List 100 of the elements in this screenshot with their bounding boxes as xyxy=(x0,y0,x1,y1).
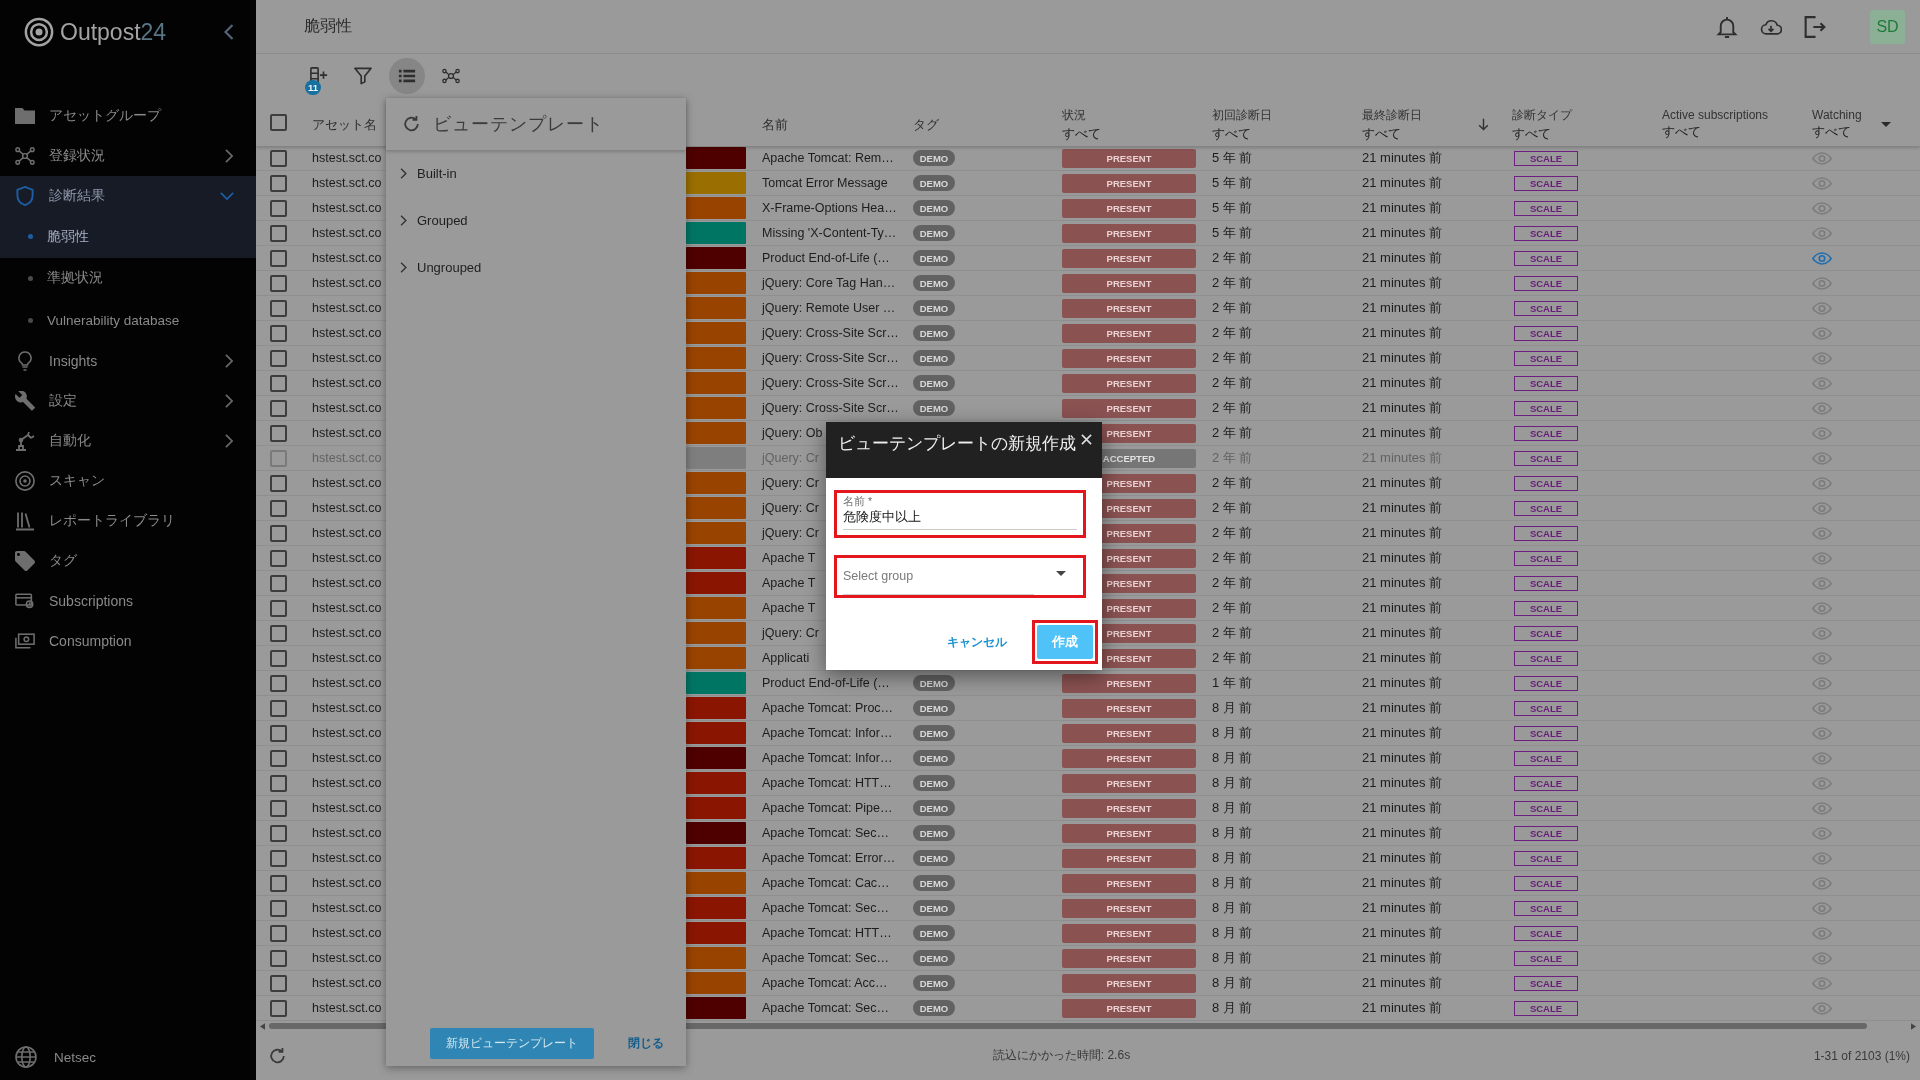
column-filter[interactable]: すべて xyxy=(1362,124,1422,143)
vulnerability-name[interactable]: Apache Tomcat: Error… xyxy=(762,851,896,865)
vulnerability-name[interactable]: Apache T xyxy=(762,551,816,565)
row-checkbox[interactable] xyxy=(270,499,287,517)
row-checkbox[interactable] xyxy=(270,199,287,217)
column-header[interactable]: タグ xyxy=(913,115,939,134)
row-checkbox[interactable] xyxy=(270,299,287,317)
row-checkbox[interactable] xyxy=(270,874,287,892)
vulnerability-name[interactable]: Apache Tomcat: Pipe… xyxy=(762,801,893,815)
row-checkbox[interactable] xyxy=(270,649,287,667)
vulnerability-name[interactable]: Apache Tomcat: Cac… xyxy=(762,876,890,890)
vulnerability-name[interactable]: Applicati xyxy=(762,651,810,665)
column-filter[interactable]: すべて xyxy=(1812,123,1862,141)
vulnerability-name[interactable]: jQuery: Cross-Site Scr… xyxy=(762,326,899,340)
nav-subitem[interactable]: 準拠状況 xyxy=(0,257,256,300)
nav-item[interactable]: 登録状況 xyxy=(0,136,256,176)
row-checkbox[interactable] xyxy=(270,324,287,342)
column-header[interactable]: 状況 すべて xyxy=(1062,106,1101,143)
row-checkbox[interactable] xyxy=(270,924,287,942)
nav-item[interactable]: レポートライブラリ xyxy=(0,500,256,541)
vulnerability-name[interactable]: Apache Tomcat: Acc… xyxy=(762,976,888,990)
scroll-right-icon[interactable] xyxy=(1911,1022,1916,1030)
column-filter[interactable]: すべて xyxy=(1212,124,1272,143)
row-checkbox[interactable] xyxy=(270,424,287,442)
nav-item[interactable]: アセットグループ xyxy=(0,96,256,136)
row-checkbox[interactable] xyxy=(270,399,287,417)
workspace-switcher[interactable]: Netsec xyxy=(0,1037,256,1077)
column-filter[interactable]: すべて xyxy=(1662,123,1769,141)
cancel-button[interactable]: キャンセル xyxy=(941,627,1013,657)
row-checkbox[interactable] xyxy=(270,149,287,167)
nav-item[interactable]: 診断結果 xyxy=(0,176,256,216)
nav-item[interactable]: Subscriptions xyxy=(0,580,256,621)
vulnerability-name[interactable]: jQuery: Remote User … xyxy=(762,301,896,315)
vulnerability-name[interactable]: jQuery: Cr xyxy=(762,476,819,490)
column-header[interactable]: Active subscriptions すべて xyxy=(1662,108,1769,141)
vulnerability-name[interactable]: Apache Tomcat: HTT… xyxy=(762,926,892,940)
row-checkbox[interactable] xyxy=(270,824,287,842)
vulnerability-name[interactable]: Apache Tomcat: Proc… xyxy=(762,701,894,715)
nav-item[interactable]: Insights xyxy=(0,340,256,381)
row-checkbox[interactable] xyxy=(270,374,287,392)
vulnerability-name[interactable]: Missing 'X-Content-Ty… xyxy=(762,226,897,240)
nav-subitem[interactable]: 脆弱性 xyxy=(0,216,256,258)
column-header[interactable]: 最終診断日 すべて xyxy=(1362,106,1489,143)
nav-item[interactable]: 自動化 xyxy=(0,420,256,461)
row-checkbox[interactable] xyxy=(270,574,287,592)
column-header[interactable]: 名前 xyxy=(762,115,788,134)
vulnerability-name[interactable]: jQuery: Cr xyxy=(762,626,819,640)
vulnerability-name[interactable]: Product End-of-Life (… xyxy=(762,251,890,265)
row-checkbox[interactable] xyxy=(270,524,287,542)
row-checkbox[interactable] xyxy=(270,599,287,617)
row-checkbox[interactable] xyxy=(270,249,287,267)
column-header[interactable]: Watching すべて xyxy=(1812,108,1862,141)
vulnerability-name[interactable]: Apache Tomcat: Sec… xyxy=(762,901,889,915)
nav-item[interactable]: 設定 xyxy=(0,380,256,421)
column-header[interactable]: 初回診断日 すべて xyxy=(1212,106,1272,143)
scroll-left-icon[interactable] xyxy=(260,1022,265,1030)
close-icon[interactable] xyxy=(1081,434,1092,445)
refresh-icon[interactable] xyxy=(269,1046,286,1065)
row-checkbox[interactable] xyxy=(270,674,287,692)
column-header[interactable]: 診断タイプ すべて xyxy=(1512,106,1572,143)
row-checkbox[interactable] xyxy=(270,274,287,292)
row-checkbox[interactable] xyxy=(270,949,287,967)
column-filter[interactable]: すべて xyxy=(1512,124,1572,143)
row-checkbox[interactable] xyxy=(270,549,287,567)
row-checkbox[interactable] xyxy=(270,624,287,642)
row-checkbox[interactable] xyxy=(270,849,287,867)
vulnerability-name[interactable]: jQuery: Cross-Site Scr… xyxy=(762,376,899,390)
vulnerability-name[interactable]: Apache Tomcat: Infor… xyxy=(762,726,893,740)
nav-subitem[interactable]: Vulnerability database xyxy=(0,299,256,341)
vulnerability-name[interactable]: jQuery: Cr xyxy=(762,501,819,515)
vulnerability-name[interactable]: Apache Tomcat: Sec… xyxy=(762,951,889,965)
column-header[interactable]: アセット名 xyxy=(312,115,377,134)
nav-item[interactable]: タグ xyxy=(0,540,256,581)
vulnerability-name[interactable]: Apache T xyxy=(762,601,816,615)
logout-icon[interactable] xyxy=(1804,15,1826,38)
vulnerability-name[interactable]: Product End-of-Life (… xyxy=(762,676,890,690)
row-checkbox[interactable] xyxy=(270,799,287,817)
add-column-button[interactable]: 11 xyxy=(301,58,337,94)
vulnerability-name[interactable]: Apache Tomcat: HTT… xyxy=(762,776,892,790)
row-checkbox[interactable] xyxy=(270,449,287,467)
row-checkbox[interactable] xyxy=(270,724,287,742)
row-checkbox[interactable] xyxy=(270,999,287,1017)
vulnerability-name[interactable]: Apache Tomcat: Infor… xyxy=(762,751,893,765)
caret-down-icon[interactable] xyxy=(1881,122,1891,127)
refresh-icon[interactable] xyxy=(403,115,420,133)
vulnerability-name[interactable]: jQuery: Cross-Site Scr… xyxy=(762,401,899,415)
vulnerability-name[interactable]: jQuery: Cr xyxy=(762,526,819,540)
row-checkbox[interactable] xyxy=(270,699,287,717)
row-checkbox[interactable] xyxy=(270,474,287,492)
row-checkbox[interactable] xyxy=(270,174,287,192)
vulnerability-name[interactable]: Apache Tomcat: Sec… xyxy=(762,826,889,840)
row-checkbox[interactable] xyxy=(270,774,287,792)
template-group[interactable]: Ungrouped xyxy=(386,244,686,291)
row-checkbox[interactable] xyxy=(270,974,287,992)
vulnerability-name[interactable]: Tomcat Error Message xyxy=(762,176,888,190)
vulnerability-name[interactable]: jQuery: Cross-Site Scr… xyxy=(762,351,899,365)
vulnerability-name[interactable]: X-Frame-Options Hea… xyxy=(762,201,897,215)
column-filter[interactable]: すべて xyxy=(1062,124,1101,143)
template-group[interactable]: Grouped xyxy=(386,197,686,244)
row-checkbox[interactable] xyxy=(270,224,287,242)
